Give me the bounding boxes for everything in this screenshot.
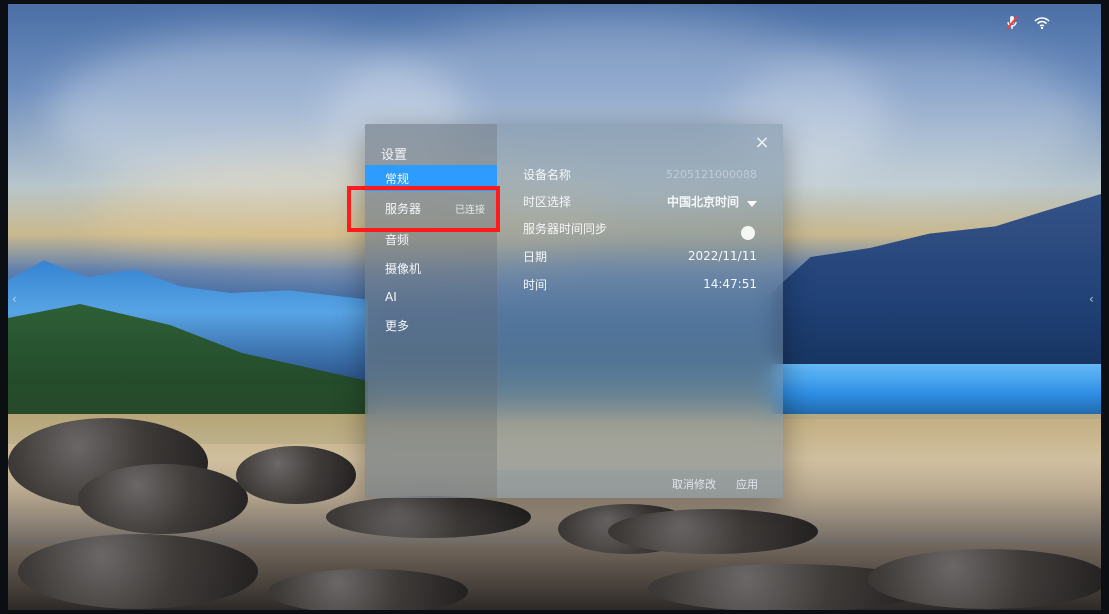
- menu-item-label: 服务器: [385, 201, 422, 216]
- menu-item-label: AI: [385, 290, 397, 304]
- wifi-icon: [1033, 14, 1051, 32]
- mountain-right: [771, 194, 1101, 374]
- caret-down-icon: [747, 200, 757, 207]
- timezone-select[interactable]: 中国北京时间: [667, 193, 757, 210]
- menu-item-general[interactable]: 常规: [365, 165, 497, 191]
- menu-item-ai[interactable]: AI: [365, 284, 497, 310]
- menu-item-more[interactable]: 更多: [365, 312, 497, 338]
- field-server-time-sync: 服务器时间同步: [523, 217, 757, 240]
- cancel-changes-button[interactable]: 取消修改: [672, 476, 716, 492]
- apply-button[interactable]: 应用: [736, 476, 758, 492]
- toggle-knob: [741, 226, 755, 240]
- status-icons: [1003, 14, 1051, 32]
- glacier: [771, 364, 1101, 419]
- server-status: 已连接: [455, 204, 485, 216]
- date-value: 2022/11/11: [687, 249, 757, 263]
- field-timezone[interactable]: 时区选择 中国北京时间: [523, 190, 757, 212]
- field-date: 日期 2022/11/11: [523, 245, 757, 267]
- field-device-name: 设备名称 5205121000088: [523, 163, 757, 185]
- field-label: 服务器时间同步: [523, 221, 608, 236]
- rock: [326, 496, 531, 538]
- close-icon[interactable]: ×: [753, 134, 771, 152]
- menu-item-label: 更多: [385, 318, 410, 333]
- right-edge-arrow-icon: ‹: [1089, 292, 1094, 306]
- field-label: 时区选择: [523, 194, 572, 209]
- rock: [268, 569, 468, 610]
- settings-panel: 设置 常规 服务器 已连接 音频 摄像机 AI 更多 × 设备名称 520512…: [365, 124, 783, 498]
- rock: [608, 509, 818, 554]
- field-label: 日期: [523, 249, 548, 264]
- mic-muted-icon: [1003, 14, 1021, 32]
- menu-item-label: 摄像机: [385, 261, 422, 276]
- field-label: 时间: [523, 277, 548, 292]
- menu-item-server[interactable]: 服务器 已连接: [365, 195, 497, 221]
- rock: [18, 534, 258, 609]
- time-value: 14:47:51: [703, 277, 757, 291]
- field-time: 时间 14:47:51: [523, 273, 757, 295]
- rock: [868, 549, 1101, 609]
- timezone-value: 中国北京时间: [666, 194, 739, 209]
- menu-item-audio[interactable]: 音频: [365, 226, 497, 252]
- rock: [236, 446, 356, 504]
- device-name-value: 5205121000088: [666, 167, 757, 181]
- left-edge-arrow-icon: ‹: [12, 292, 17, 306]
- settings-title: 设置: [381, 144, 407, 167]
- field-label: 设备名称: [523, 167, 572, 182]
- menu-item-label: 音频: [385, 232, 410, 247]
- menu-item-camera[interactable]: 摄像机: [365, 255, 497, 281]
- settings-menu: 设置 常规 服务器 已连接 音频 摄像机 AI 更多: [365, 124, 497, 498]
- rock: [78, 464, 248, 534]
- menu-item-label: 常规: [385, 171, 410, 186]
